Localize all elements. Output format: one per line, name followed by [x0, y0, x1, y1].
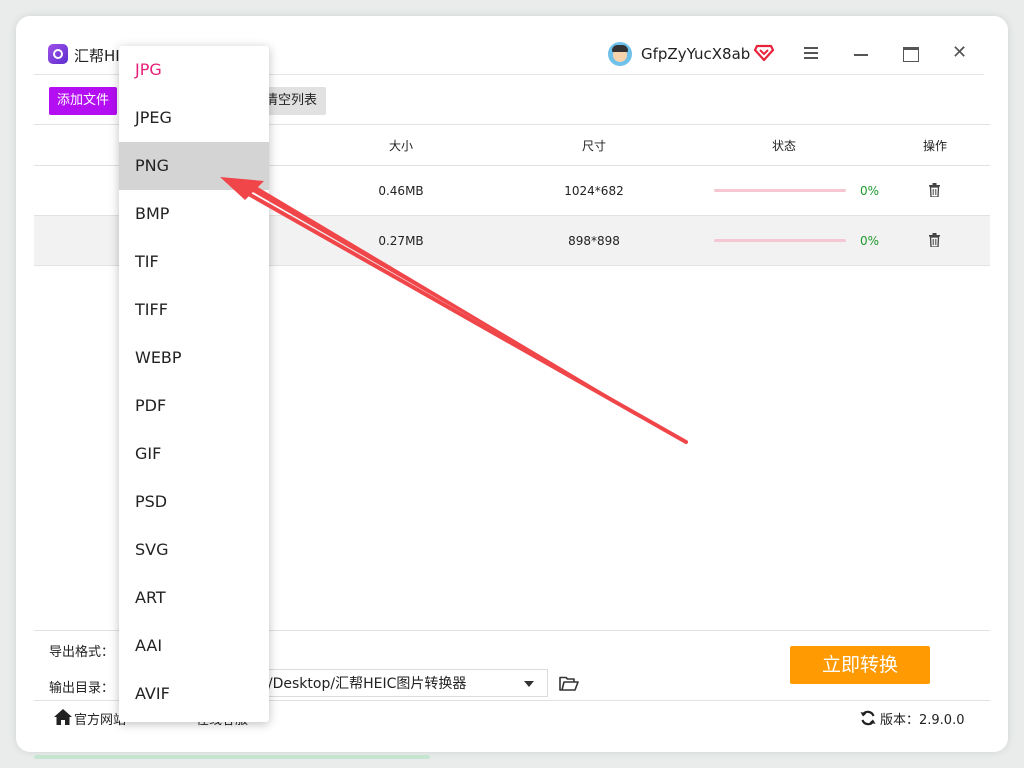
annotation-arrow-icon — [220, 177, 688, 444]
